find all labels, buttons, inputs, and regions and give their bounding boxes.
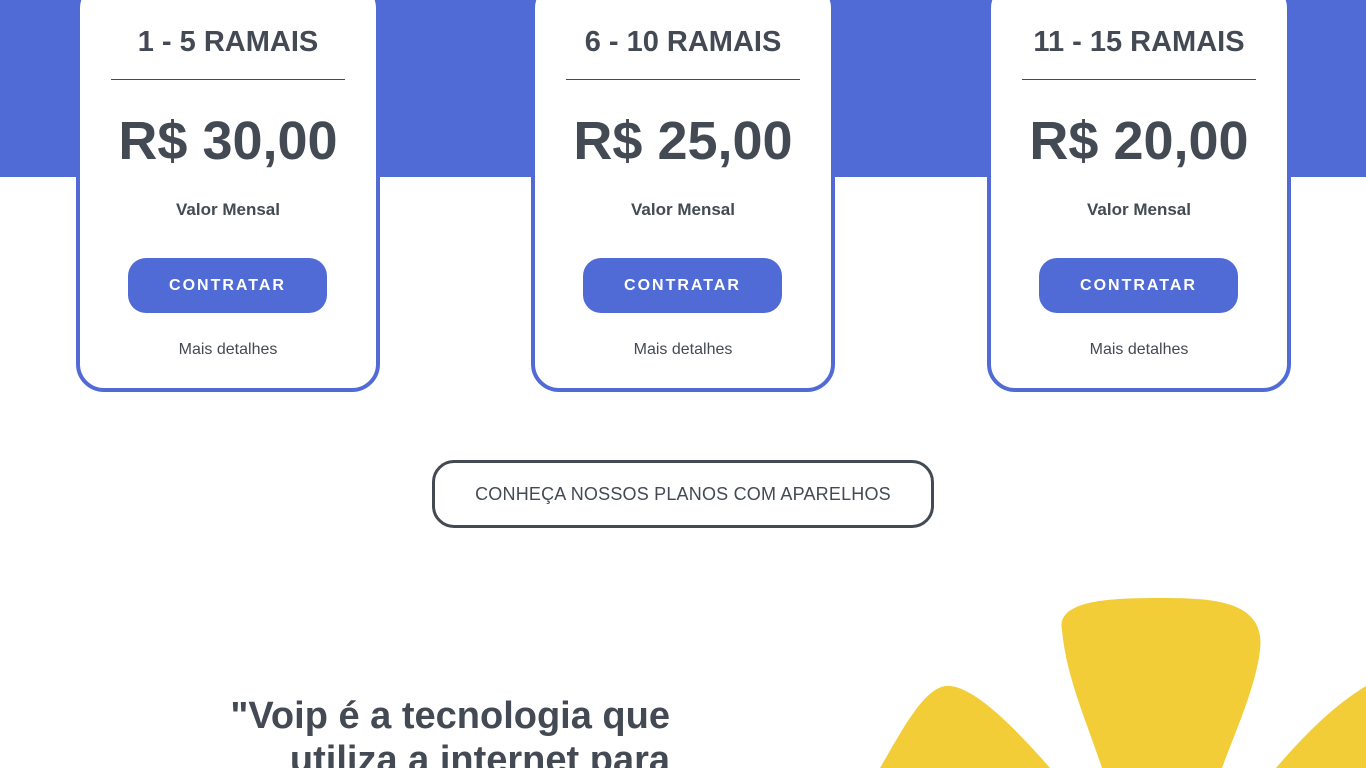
mais-detalhes-link[interactable]: Mais detalhes [80,340,376,360]
quote-line-2: utiliza a internet para [289,739,670,768]
quote-line-1: "Voip é a tecnologia que [230,695,670,737]
card-divider [1022,79,1256,80]
petal-center-icon [1061,598,1261,768]
contratar-button[interactable]: CONTRATAR [128,258,327,313]
petal-right-icon [1276,686,1366,768]
card-subtitle: Valor Mensal [1087,200,1191,219]
pricing-card-6-10: 6 - 10 RAMAIS R$ 25,00 Valor Mensal CONT… [531,0,835,392]
pricing-card-11-15: 11 - 15 RAMAIS R$ 20,00 Valor Mensal CON… [987,0,1291,392]
voip-quote: "Voip é a tecnologia que utiliza a inter… [150,694,670,768]
card-subtitle: Valor Mensal [631,200,735,219]
card-title: 11 - 15 RAMAIS [1033,26,1245,58]
card-price: R$ 25,00 [573,111,793,171]
card-price: R$ 20,00 [1029,111,1249,171]
card-divider [111,79,345,80]
mais-detalhes-link[interactable]: Mais detalhes [535,340,831,360]
yellow-flower-petals-icon [880,598,1366,768]
mais-detalhes-link[interactable]: Mais detalhes [991,340,1287,360]
card-divider [566,79,800,80]
pricing-page: 1 - 5 RAMAIS R$ 30,00 Valor Mensal CONTR… [0,0,1366,768]
card-title: 6 - 10 RAMAIS [584,26,782,58]
card-subtitle: Valor Mensal [176,200,280,219]
contratar-button[interactable]: CONTRATAR [583,258,782,313]
card-price: R$ 30,00 [118,111,338,171]
planos-com-aparelhos-button[interactable]: CONHEÇA NOSSOS PLANOS COM APARELHOS [432,460,934,528]
contratar-button[interactable]: CONTRATAR [1039,258,1238,313]
petal-left-icon [880,685,1050,768]
card-title: 1 - 5 RAMAIS [137,26,319,58]
pricing-card-1-5: 1 - 5 RAMAIS R$ 30,00 Valor Mensal CONTR… [76,0,380,392]
